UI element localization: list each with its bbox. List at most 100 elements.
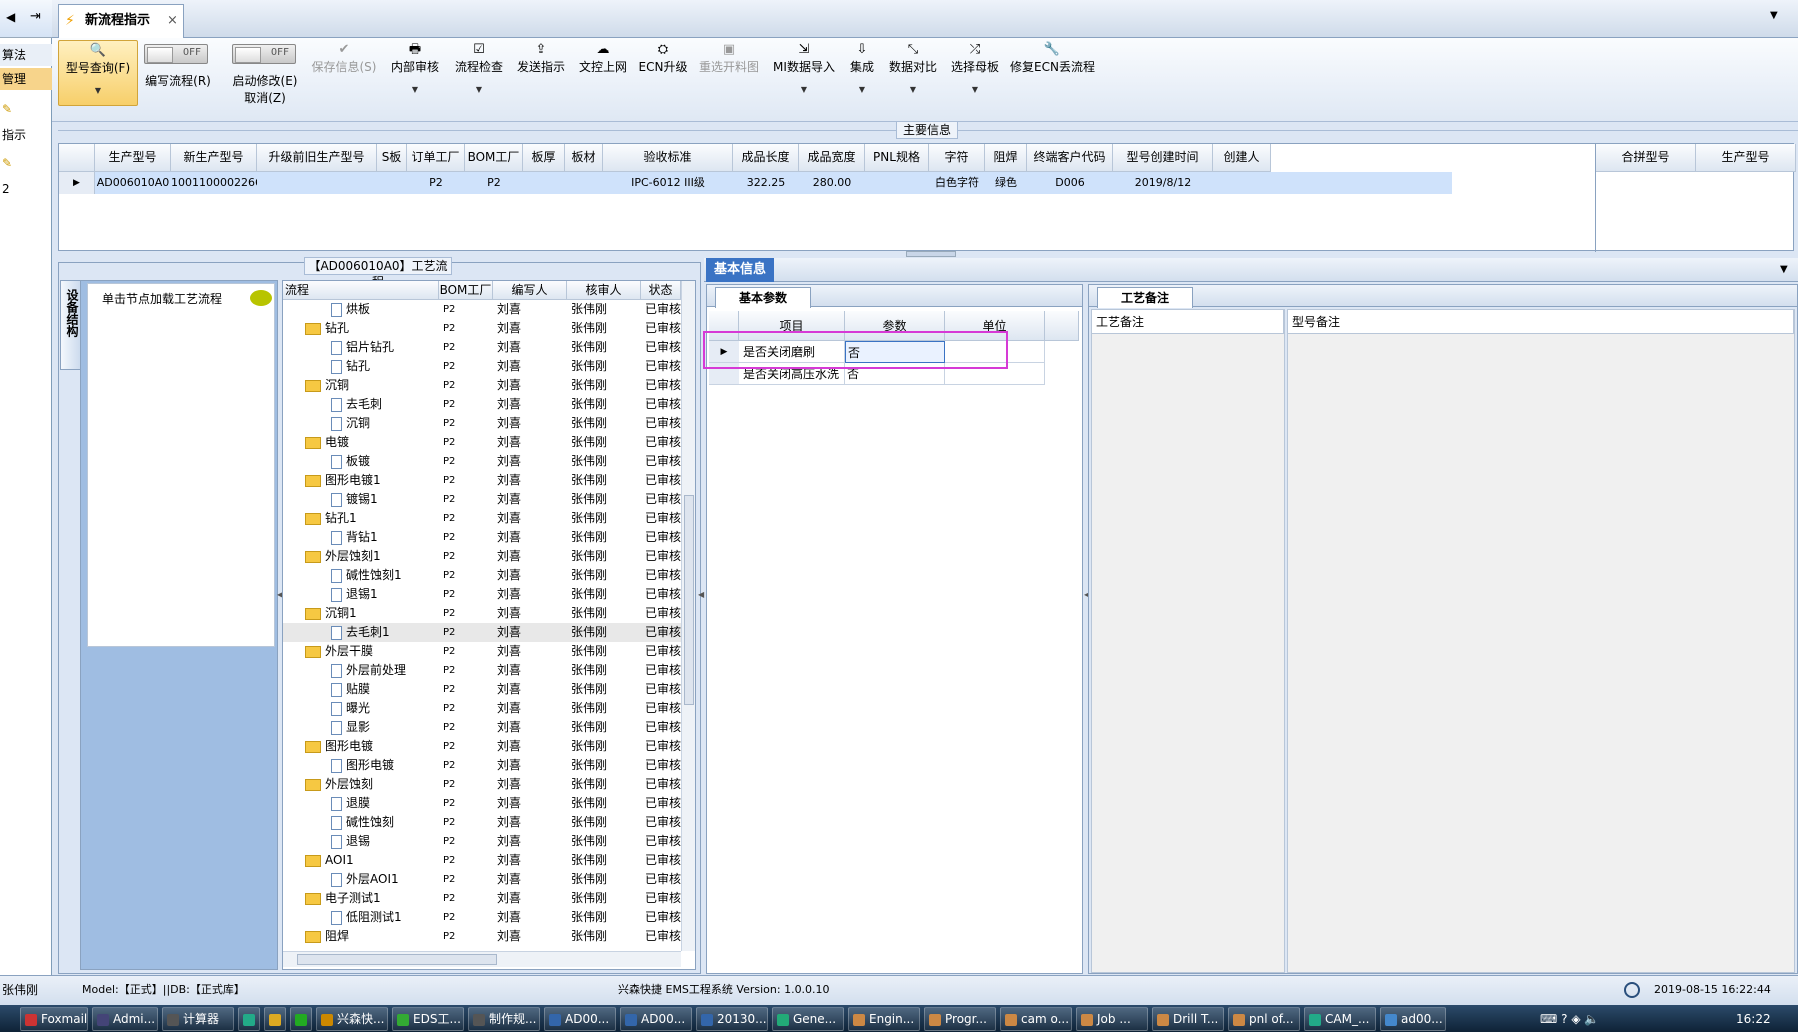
left-nav-item-algorithm[interactable]: 算法 (0, 44, 52, 66)
col-status[interactable]: 状态 (641, 281, 681, 300)
tree-row[interactable]: 外层AOI1 P2 刘喜 张伟刚 已审核 (283, 870, 681, 889)
taskbar-button[interactable]: Gene... (772, 1007, 844, 1031)
flow-check-button[interactable]: ☑ 流程检查 ▼ (448, 40, 510, 110)
integrate-button[interactable]: ⇩ 集成 ▼ (842, 40, 882, 110)
col-reviewer[interactable]: 核审人 (567, 281, 641, 300)
table-cell[interactable] (865, 172, 929, 194)
table-cell[interactable]: P2 (465, 172, 523, 194)
taskbar-button[interactable]: AD00... (544, 1007, 616, 1031)
volume-icon[interactable]: 🔈 (1584, 1012, 1599, 1026)
help-icon[interactable]: ? (1561, 1012, 1567, 1026)
col-3[interactable]: S板 (377, 144, 407, 172)
col-writer[interactable]: 编写人 (493, 281, 567, 300)
tree-row[interactable]: 去毛刺 P2 刘喜 张伟刚 已审核 (283, 395, 681, 414)
table-cell[interactable] (1213, 172, 1271, 194)
col-6[interactable]: 板厚 (523, 144, 565, 172)
process-notes-field[interactable]: 工艺备注 (1091, 309, 1285, 973)
col-13[interactable]: 阻焊 (985, 144, 1027, 172)
vertical-scrollbar[interactable] (681, 281, 695, 951)
collapse-arrow-icon[interactable]: ◀ (698, 590, 704, 599)
horizontal-scrollbar[interactable] (283, 951, 681, 967)
tree-row[interactable]: ⊟图形电镀P2刘喜张伟刚已审核 (283, 737, 681, 756)
left-nav-item-instruction[interactable]: 指示 (0, 124, 52, 146)
table-cell[interactable]: D006 (1027, 172, 1113, 194)
col-9[interactable]: 成品长度 (733, 144, 799, 172)
tree-row[interactable]: 烘板 P2 刘喜 张伟刚 已审核 (283, 300, 681, 319)
mi-import-button[interactable]: ⇲ MI数据导入 ▼ (772, 40, 836, 110)
network-icon[interactable]: ◈ (1571, 1012, 1580, 1026)
tree-row[interactable]: 镀锡1 P2 刘喜 张伟刚 已审核 (283, 490, 681, 509)
tree-row[interactable]: ⊟图形电镀1P2刘喜张伟刚已审核 (283, 471, 681, 490)
tab-basic-info[interactable]: 基本信息 (706, 258, 774, 282)
col-flow[interactable]: 流程 (283, 281, 439, 300)
table-cell[interactable]: 绿色 (985, 172, 1027, 194)
tree-row[interactable]: ⊟外层干膜P2刘喜张伟刚已审核 (283, 642, 681, 661)
tab-process-notes[interactable]: 工艺备注 (1097, 287, 1193, 308)
doc-upload-button[interactable]: ☁ 文控上网 (574, 40, 632, 110)
tree-row[interactable]: 低阻测试1 P2 刘喜 张伟刚 已审核 (283, 908, 681, 927)
taskbar-button[interactable]: Progr... (924, 1007, 996, 1031)
tab-new-flow-instruction[interactable]: ⚡ 新流程指示 × (58, 4, 184, 38)
query-model-button[interactable]: 🔍 型号查询(F) ▼ (58, 40, 138, 106)
vertical-tab-device-structure[interactable]: 设备结构 (60, 280, 82, 370)
tree-row[interactable]: 碱性蚀刻1 P2 刘喜 张伟刚 已审核 (283, 566, 681, 585)
taskbar-button[interactable] (238, 1007, 260, 1031)
tree-row[interactable]: ⊟AOI1P2刘喜张伟刚已审核 (283, 851, 681, 870)
col-7[interactable]: 板材 (565, 144, 603, 172)
tree-row[interactable]: ⊟沉铜1P2刘喜张伟刚已审核 (283, 604, 681, 623)
col-14[interactable]: 终端客户代码 (1027, 144, 1113, 172)
side-col-1[interactable]: 生产型号 (1696, 144, 1796, 172)
scrollbar-thumb[interactable] (297, 954, 497, 965)
taskbar-button[interactable]: 兴森快... (316, 1007, 388, 1031)
table-cell[interactable] (523, 172, 565, 194)
left-nav-item-management[interactable]: 管理 (0, 68, 52, 90)
scrollbar-thumb[interactable] (684, 495, 694, 705)
tree-row[interactable]: 退锡 P2 刘喜 张伟刚 已审核 (283, 832, 681, 851)
tree-row[interactable]: ⊟外层蚀刻P2刘喜张伟刚已审核 (283, 775, 681, 794)
tree-row[interactable]: 板镀 P2 刘喜 张伟刚 已审核 (283, 452, 681, 471)
tree-row[interactable]: 贴膜 P2 刘喜 张伟刚 已审核 (283, 680, 681, 699)
table-row[interactable]: AD006010A010011000022661 P2P2 IPC-6012 III… (95, 172, 1452, 194)
tree-row[interactable]: ⊟外层蚀刻1P2刘喜张伟刚已审核 (283, 547, 681, 566)
forward-icon[interactable]: ⇥ (30, 9, 41, 24)
taskbar-button[interactable]: Engin... (848, 1007, 920, 1031)
col-1[interactable]: 新生产型号 (171, 144, 257, 172)
tree-row[interactable]: ⊟沉铜P2刘喜张伟刚已审核 (283, 376, 681, 395)
taskbar-button[interactable]: Job ... (1076, 1007, 1148, 1031)
enable-modify-toggle[interactable]: OFF (232, 44, 296, 64)
resend-drawing-button[interactable]: ▣ 重选开料图 (696, 40, 762, 110)
table-cell[interactable]: 2019/8/12 (1113, 172, 1213, 194)
model-notes-field[interactable]: 型号备注 (1287, 309, 1795, 973)
keyboard-icon[interactable]: ⌨ (1540, 1012, 1557, 1026)
tree-row[interactable]: ⊟钻孔P2刘喜张伟刚已审核 (283, 319, 681, 338)
side-col-0[interactable]: 合拼型号 (1596, 144, 1696, 172)
table-cell[interactable]: 280.00 (799, 172, 865, 194)
tree-row[interactable]: ⊟阻焊P2刘喜张伟刚已审核 (283, 927, 681, 946)
tree-row[interactable]: 背钻1 P2 刘喜 张伟刚 已审核 (283, 528, 681, 547)
table-cell[interactable] (565, 172, 603, 194)
table-cell[interactable] (377, 172, 407, 194)
taskbar-button[interactable]: AD00... (620, 1007, 692, 1031)
tree-row[interactable]: ⊟电子测试1P2刘喜张伟刚已审核 (283, 889, 681, 908)
table-cell[interactable]: IPC-6012 III级 (603, 172, 733, 194)
col-16[interactable]: 创建人 (1213, 144, 1271, 172)
tab-list-dropdown-icon[interactable]: ▼ (1770, 10, 1778, 21)
tree-row[interactable]: 钻孔 P2 刘喜 张伟刚 已审核 (283, 357, 681, 376)
device-tree[interactable]: 单击节点加载工艺流程 (87, 283, 275, 647)
taskbar-button[interactable]: 20130... (696, 1007, 768, 1031)
taskbar-button[interactable]: EDS工... (392, 1007, 464, 1031)
taskbar-button[interactable]: 制作规... (468, 1007, 540, 1031)
table-cell[interactable]: AD006010A0 (95, 172, 171, 194)
data-compare-button[interactable]: ⤡ 数据对比 ▼ (886, 40, 940, 110)
tree-row[interactable]: 显影 P2 刘喜 张伟刚 已审核 (283, 718, 681, 737)
taskbar-button[interactable]: pnl of... (1228, 1007, 1300, 1031)
table-cell[interactable]: 白色字符 (929, 172, 985, 194)
taskbar-button[interactable]: 计算器 (162, 1007, 234, 1031)
taskbar-button[interactable]: CAM_... (1304, 1007, 1376, 1031)
select-template-button[interactable]: ⤮ 选择母板 ▼ (948, 40, 1002, 110)
taskbar-button[interactable] (290, 1007, 312, 1031)
send-instruction-button[interactable]: ⇪ 发送指示 (512, 40, 570, 110)
col-8[interactable]: 验收标准 (603, 144, 733, 172)
ecn-upgrade-button[interactable]: ⛭ ECN升级 (634, 40, 692, 110)
tree-row[interactable]: 曝光 P2 刘喜 张伟刚 已审核 (283, 699, 681, 718)
